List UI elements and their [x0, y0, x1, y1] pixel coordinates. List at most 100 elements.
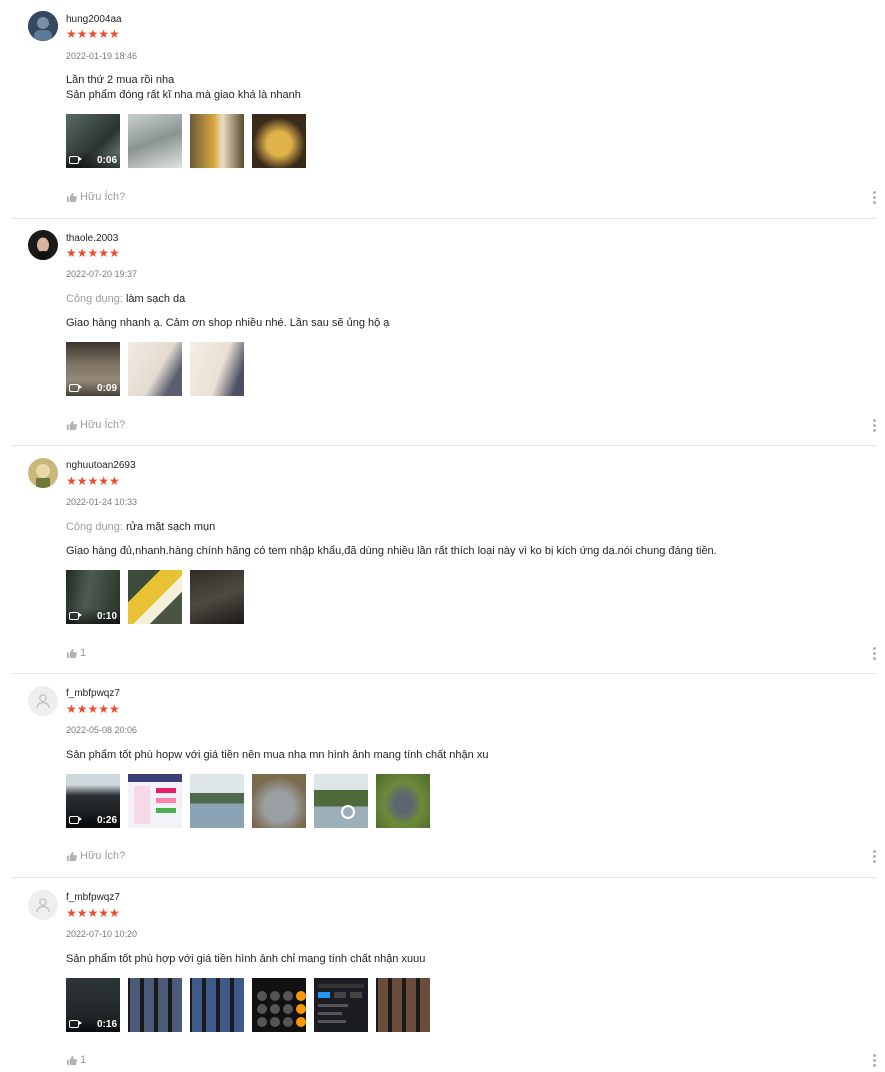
username[interactable]: f_mbfpwqz7 — [66, 892, 120, 903]
image-thumbnail[interactable] — [376, 978, 430, 1032]
review-text: Sản phẩm tốt phù hopw với giá tiền nên m… — [66, 749, 489, 761]
thumbs-up-icon — [66, 851, 77, 861]
more-options-icon[interactable] — [872, 1054, 876, 1067]
more-options-icon[interactable] — [872, 191, 876, 204]
review-date: 2022-07-10 10:20 — [66, 929, 138, 939]
rating-stars: ★★★★★ — [66, 247, 120, 259]
review-item: hung2004aa ★★★★★ 2022-01-19 18:46 Lần th… — [12, 0, 876, 219]
video-thumbnail[interactable]: 0:06 — [66, 114, 120, 168]
rating-stars: ★★★★★ — [66, 475, 120, 487]
review-item: thaole.2003 ★★★★★ 2022-07-20 19:37 Công … — [12, 219, 876, 446]
image-thumbnail[interactable] — [128, 114, 182, 168]
video-camera-icon — [69, 612, 82, 620]
image-thumbnail[interactable] — [128, 978, 182, 1032]
attribute-value: rửa mặt sạch mụn — [125, 521, 216, 533]
rating-stars: ★★★★★ — [66, 703, 120, 715]
avatar[interactable] — [28, 11, 58, 41]
video-thumbnail[interactable]: 0:09 — [66, 342, 120, 396]
video-thumbnail[interactable]: 0:26 — [66, 774, 120, 828]
media-list: 0:09 — [66, 342, 244, 396]
review-item: f_mbfpwqz7 ★★★★★ 2022-07-10 10:20 Sản ph… — [12, 878, 876, 1072]
review-attribute: Công dụng: làm sạch da — [66, 293, 185, 305]
media-list: 0:06 — [66, 114, 306, 168]
helpful-button[interactable]: Hữu Ích? — [66, 850, 125, 862]
review-item: f_mbfpwqz7 ★★★★★ 2022-05-08 20:06 Sản ph… — [12, 674, 876, 878]
helpful-label: Hữu Ích? — [80, 191, 126, 203]
attribute-value: làm sạch da — [125, 293, 186, 305]
star-icon: ★★★★★ — [66, 246, 120, 260]
media-list: 0:26 — [66, 774, 430, 828]
video-duration: 0:09 — [96, 382, 117, 394]
username[interactable]: f_mbfpwqz7 — [66, 688, 120, 699]
video-camera-icon — [69, 1020, 82, 1028]
video-duration: 0:06 — [96, 154, 117, 166]
image-thumbnail[interactable] — [252, 774, 306, 828]
review-date: 2022-07-20 19:37 — [66, 269, 138, 279]
image-thumbnail[interactable] — [190, 342, 244, 396]
helpful-label: 1 — [80, 1054, 87, 1066]
review-text: Sản phẩm tốt phù hợp với giá tiền hình ả… — [66, 953, 426, 965]
helpful-label: Hữu Ích? — [80, 850, 126, 862]
rating-stars: ★★★★★ — [66, 907, 120, 919]
star-icon: ★★★★★ — [66, 906, 120, 920]
video-duration: 0:10 — [96, 610, 117, 622]
avatar[interactable] — [28, 890, 58, 920]
helpful-button[interactable]: 1 — [66, 1054, 86, 1066]
default-user-icon — [36, 694, 50, 709]
more-options-icon[interactable] — [872, 850, 876, 863]
review-date: 2022-01-19 18:46 — [66, 51, 138, 61]
video-camera-icon — [69, 384, 82, 392]
username[interactable]: thaole.2003 — [66, 233, 118, 244]
review-text: Giao hàng đủ,nhanh.hàng chính hãng có te… — [66, 545, 717, 557]
more-options-icon[interactable] — [872, 419, 876, 432]
attribute-key: Công dụng: — [66, 521, 123, 533]
more-options-icon[interactable] — [872, 647, 876, 660]
username[interactable]: nghuutoan2693 — [66, 460, 136, 471]
star-icon: ★★★★★ — [66, 702, 120, 716]
media-list: 0:10 — [66, 570, 244, 624]
review-attribute: Công dụng: rửa mặt sạch mụn — [66, 521, 215, 533]
thumbs-up-icon — [66, 648, 77, 658]
star-icon: ★★★★★ — [66, 474, 120, 488]
star-icon: ★★★★★ — [66, 27, 120, 41]
thumbs-up-icon — [66, 192, 77, 202]
image-thumbnail[interactable] — [314, 978, 368, 1032]
review-text: Lần thứ 2 mua rồi nha Sản phẩm đóng rất … — [66, 74, 301, 101]
review-date: 2022-01-24 10:33 — [66, 497, 138, 507]
attribute-key: Công dụng: — [66, 293, 123, 305]
avatar[interactable] — [28, 230, 58, 260]
image-thumbnail[interactable] — [128, 342, 182, 396]
helpful-button[interactable]: Hữu Ích? — [66, 419, 125, 431]
helpful-button[interactable]: 1 — [66, 647, 86, 659]
helpful-label: 1 — [80, 647, 87, 659]
media-list: 0:16 — [66, 978, 430, 1032]
video-thumbnail[interactable]: 0:16 — [66, 978, 120, 1032]
image-thumbnail[interactable] — [190, 978, 244, 1032]
review-item: nghuutoan2693 ★★★★★ 2022-01-24 10:33 Côn… — [12, 446, 876, 674]
video-camera-icon — [69, 156, 82, 164]
video-camera-icon — [69, 816, 82, 824]
avatar[interactable] — [28, 458, 58, 488]
default-user-icon — [36, 898, 50, 913]
image-thumbnail[interactable] — [252, 978, 306, 1032]
helpful-label: Hữu Ích? — [80, 419, 126, 431]
video-duration: 0:26 — [96, 814, 117, 826]
helpful-button[interactable]: Hữu Ích? — [66, 191, 125, 203]
review-date: 2022-05-08 20:06 — [66, 725, 138, 735]
image-thumbnail[interactable] — [376, 774, 430, 828]
video-thumbnail[interactable]: 0:10 — [66, 570, 120, 624]
image-thumbnail[interactable] — [190, 570, 244, 624]
image-thumbnail[interactable] — [190, 114, 244, 168]
username[interactable]: hung2004aa — [66, 14, 122, 25]
image-thumbnail[interactable] — [128, 570, 182, 624]
image-thumbnail[interactable] — [314, 774, 368, 828]
thumbs-up-icon — [66, 420, 77, 430]
video-duration: 0:16 — [96, 1018, 117, 1030]
image-thumbnail[interactable] — [252, 114, 306, 168]
image-thumbnail[interactable] — [128, 774, 182, 828]
rating-stars: ★★★★★ — [66, 28, 120, 40]
image-thumbnail[interactable] — [190, 774, 244, 828]
review-text: Giao hàng nhanh ạ. Cảm ơn shop nhiều nhé… — [66, 317, 390, 329]
avatar[interactable] — [28, 686, 58, 716]
thumbs-up-icon — [66, 1055, 77, 1065]
